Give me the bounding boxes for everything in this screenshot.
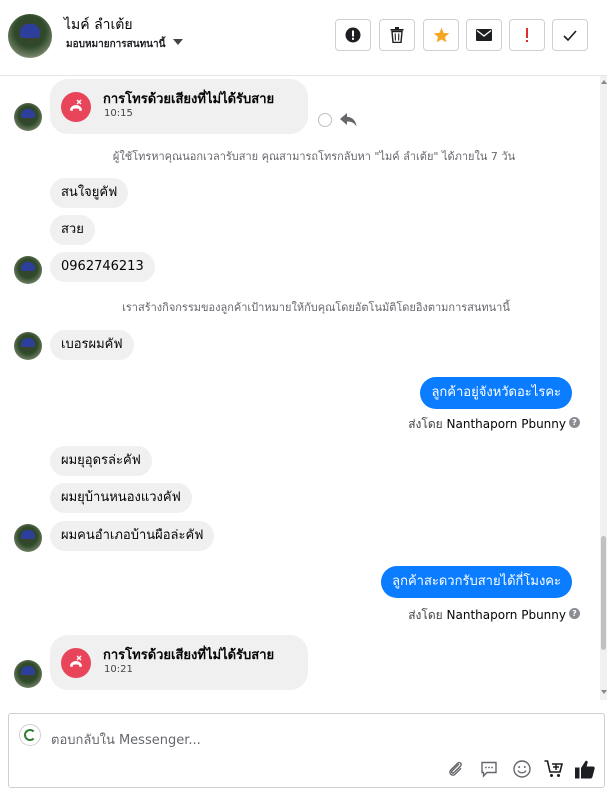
- incoming-message[interactable]: ผมยุบ้านหนองแวงคัฟ: [50, 483, 192, 513]
- call-title: การโทรด้วยเสียงที่ไม่ได้รับสาย: [103, 648, 275, 663]
- reply-input[interactable]: ตอบกลับใน Messenger...: [51, 729, 201, 750]
- mark-unread-button[interactable]: [466, 19, 502, 51]
- assign-conversation-label[interactable]: มอบหมายการสนทนานี้: [66, 37, 165, 52]
- conversation-header: ไมค์ ลำเต้ย มอบหมายการสนทนานี้: [0, 0, 607, 76]
- outgoing-message[interactable]: ลูกค้าสะดวกรับสายได้กี่โมงคะ: [381, 566, 572, 598]
- call-time: 10:15: [104, 108, 133, 119]
- emoji-icon[interactable]: [511, 758, 533, 780]
- outgoing-message[interactable]: ลูกค้าอยู่จังหวัดอะไรคะ: [420, 377, 572, 409]
- missed-call-icon: [61, 92, 91, 122]
- system-note: ผู้ใช้โทรหาคุณนอกเวลารับสาย คุณสามารถโทร…: [112, 150, 516, 163]
- agent-name: Nanthaporn Pbunny: [446, 417, 566, 431]
- contact-name[interactable]: ไมค์ ลำเต้ย: [64, 14, 133, 36]
- call-title: การโทรด้วยเสียงที่ไม่ได้รับสาย: [103, 92, 275, 107]
- contact-avatar[interactable]: [8, 14, 52, 58]
- star-button[interactable]: [423, 19, 459, 51]
- avatar: [14, 256, 42, 284]
- sent-by-prefix: ส่งโดย: [408, 417, 443, 431]
- missed-call-bubble[interactable]: การโทรด้วยเสียงที่ไม่ได้รับสาย 10:21: [50, 635, 308, 690]
- avatar: [14, 103, 42, 131]
- exclamation-icon: [526, 28, 528, 42]
- star-icon: [433, 27, 449, 43]
- incoming-message[interactable]: สวย: [50, 215, 95, 245]
- sent-by-label: ส่งโดย Nanthaporn Pbunny: [408, 606, 566, 625]
- avatar: [14, 660, 42, 688]
- report-button[interactable]: [335, 19, 371, 51]
- message-thread[interactable]: การโทรด้วยเสียงที่ไม่ได้รับสาย 10:15 ผู้…: [0, 76, 600, 700]
- alert-circle-icon: [345, 27, 361, 43]
- system-note: เราสร้างกิจกรรมของลูกค้าเป้าหมายให้กับคุ…: [122, 301, 510, 314]
- add-to-cart-icon[interactable]: [543, 758, 565, 780]
- call-time: 10:21: [104, 664, 133, 675]
- scroll-up-icon[interactable]: [601, 80, 607, 84]
- delete-button[interactable]: [379, 19, 415, 51]
- scroll-down-icon[interactable]: [601, 690, 607, 694]
- scrollbar-thumb[interactable]: [601, 536, 606, 650]
- incoming-message[interactable]: ผมยุอุดรล่ะคัฟ: [50, 446, 152, 476]
- missed-call-bubble[interactable]: การโทรด้วยเสียงที่ไม่ได้รับสาย 10:15: [50, 79, 308, 134]
- avatar: [14, 332, 42, 360]
- incoming-message[interactable]: เบอรผมคัฟ: [50, 330, 134, 360]
- important-button[interactable]: [509, 19, 545, 51]
- incoming-message[interactable]: ผมคนอำเภอบ้านผือล่ะคัฟ: [50, 521, 215, 551]
- thumbs-up-icon[interactable]: [574, 758, 596, 780]
- missed-call-icon: [61, 648, 91, 678]
- react-emoji-icon[interactable]: [318, 113, 332, 127]
- reply-composer[interactable]: ตอบกลับใน Messenger...: [8, 713, 605, 788]
- envelope-icon: [476, 29, 492, 41]
- avatar: [14, 524, 42, 552]
- incoming-message[interactable]: สนใจยูคัฟ: [50, 178, 129, 208]
- checkmark-icon: [563, 29, 577, 41]
- saved-replies-icon[interactable]: [478, 758, 500, 780]
- incoming-message[interactable]: 0962746213: [50, 252, 155, 282]
- done-button[interactable]: [552, 19, 588, 51]
- help-icon[interactable]: ?: [569, 417, 580, 428]
- agent-name: Nanthaporn Pbunny: [446, 608, 566, 622]
- chevron-down-icon[interactable]: [173, 39, 183, 45]
- attach-icon[interactable]: [445, 758, 467, 780]
- help-icon[interactable]: ?: [569, 608, 580, 619]
- reply-arrow-icon[interactable]: [340, 113, 357, 127]
- sent-by-label: ส่งโดย Nanthaporn Pbunny: [408, 415, 566, 434]
- trash-icon: [390, 27, 404, 43]
- page-avatar: [19, 724, 41, 746]
- sent-by-prefix: ส่งโดย: [408, 608, 443, 622]
